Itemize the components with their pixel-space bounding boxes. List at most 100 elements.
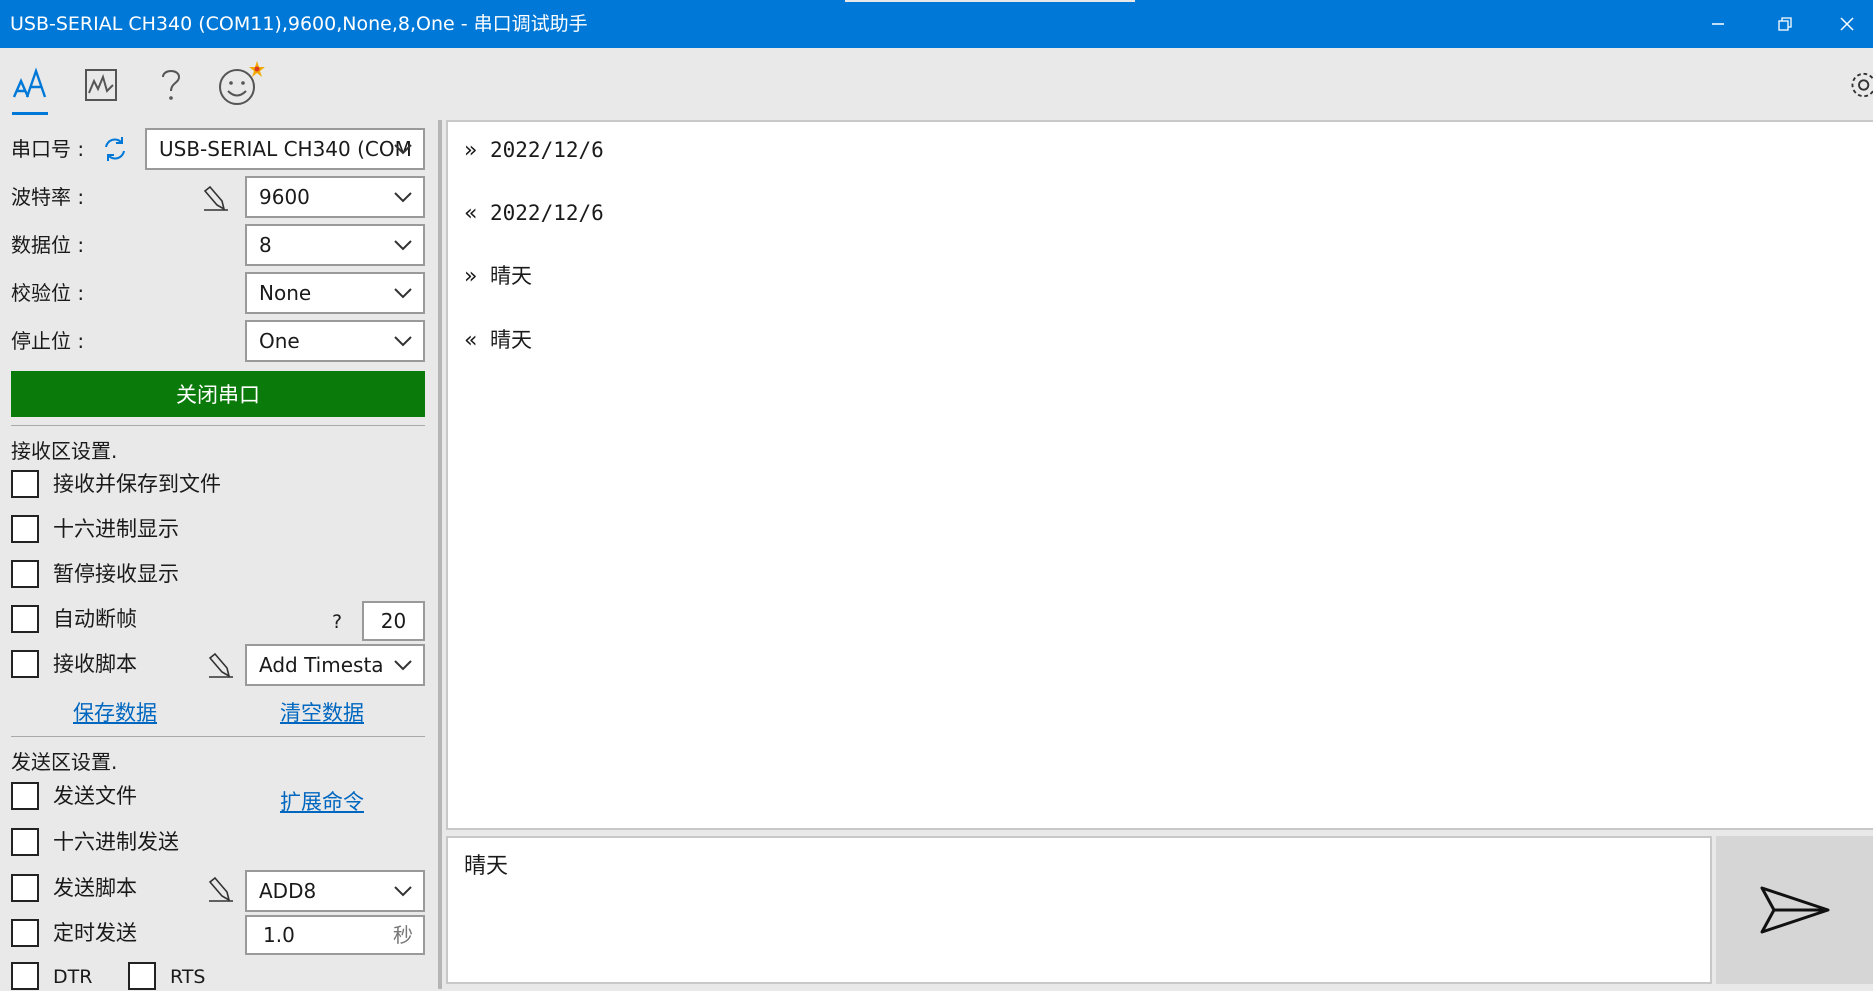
port-label: 串口号 : [11, 137, 85, 161]
minimize-icon [1712, 23, 1724, 25]
send-input[interactable]: 晴天 [446, 836, 1712, 984]
chevron-down-icon [394, 288, 412, 299]
stopbits-select[interactable]: One [245, 320, 425, 362]
parity-label: 校验位 : [11, 281, 85, 305]
baud-edit-button[interactable] [202, 183, 230, 213]
gear-icon [1851, 72, 1873, 98]
parity-select-value: None [259, 281, 312, 305]
chevron-down-icon [394, 240, 412, 251]
receive-script-edit-button[interactable] [207, 650, 235, 680]
receive-script-checkbox[interactable] [11, 650, 39, 678]
baud-select[interactable]: 9600 [245, 176, 425, 218]
restore-button[interactable] [1753, 0, 1817, 48]
received-direction-marker: « [464, 328, 478, 353]
chevron-down-icon [394, 144, 412, 155]
toolbar [0, 48, 1873, 120]
window-title: USB-SERIAL CH340 (COM11),9600,None,8,One… [10, 13, 588, 35]
hex-display-label: 十六进制显示 [53, 517, 179, 541]
dtr-label: DTR [53, 966, 93, 988]
databits-select-value: 8 [259, 233, 272, 257]
log-entry: « 晴天 [464, 326, 532, 355]
log-text: 2022/12/6 [490, 138, 604, 162]
pause-display-checkbox[interactable] [11, 560, 39, 588]
rts-label: RTS [170, 966, 206, 988]
chevron-down-icon [394, 660, 412, 671]
receive-script-select[interactable]: Add Timesta [245, 644, 425, 686]
log-text: 晴天 [490, 328, 532, 352]
chart-icon [85, 69, 117, 101]
timed-send-checkbox[interactable] [11, 919, 39, 947]
stopbits-select-value: One [259, 329, 300, 353]
interval-unit: 秒 [393, 923, 413, 947]
save-to-file-label: 接收并保存到文件 [53, 472, 221, 496]
interval-value: 1.0 [263, 923, 295, 947]
parity-select[interactable]: None [245, 272, 425, 314]
title-bar-notch [845, 0, 1135, 2]
receive-script-value: Add Timesta [259, 653, 384, 677]
send-button[interactable] [1716, 836, 1873, 984]
log-entry: « 2022/12/6 [464, 199, 604, 228]
save-data-link[interactable]: 保存数据 [73, 697, 157, 727]
log-text: 晴天 [490, 264, 532, 288]
received-direction-marker: « [464, 201, 478, 226]
hex-send-checkbox[interactable] [11, 828, 39, 856]
stopbits-label: 停止位 : [11, 329, 85, 353]
timed-send-label: 定时发送 [53, 921, 137, 945]
log-entry: » 晴天 [464, 262, 532, 291]
title-bar: USB-SERIAL CH340 (COM11),9600,None,8,One… [0, 0, 1873, 48]
send-script-checkbox[interactable] [11, 874, 39, 902]
auto-frame-help[interactable]: ? [332, 610, 342, 634]
pause-display-label: 暂停接收显示 [53, 562, 179, 586]
auto-frame-label: 自动断帧 [53, 607, 137, 631]
settings-button[interactable] [1845, 58, 1873, 112]
databits-select[interactable]: 8 [245, 224, 425, 266]
panel-splitter[interactable] [438, 120, 442, 989]
refresh-icon [105, 137, 125, 161]
help-icon [162, 70, 181, 100]
chart-button[interactable] [70, 58, 132, 112]
font-settings-button[interactable] [0, 58, 62, 112]
auto-frame-input[interactable]: 20 [362, 601, 425, 641]
send-script-edit-button[interactable] [207, 874, 235, 904]
port-select[interactable]: USB-SERIAL CH340 (COM [145, 128, 425, 170]
font-aa-icon [12, 67, 47, 98]
refresh-ports-button[interactable] [100, 133, 130, 165]
databits-label: 数据位 : [11, 233, 85, 257]
close-icon [1839, 17, 1854, 31]
baud-select-value: 9600 [259, 185, 310, 209]
save-to-file-checkbox[interactable] [11, 470, 39, 498]
baud-label: 波特率 : [11, 185, 85, 209]
send-script-label: 发送脚本 [53, 876, 137, 900]
clear-data-link[interactable]: 清空数据 [280, 697, 364, 727]
send-icon [1760, 886, 1829, 934]
hex-send-label: 十六进制发送 [53, 830, 179, 854]
send-script-select[interactable]: ADD8 [245, 870, 425, 912]
interval-input[interactable]: 1.0 秒 [245, 915, 425, 955]
about-button[interactable] [210, 58, 272, 112]
receive-script-label: 接收脚本 [53, 652, 137, 676]
smiley-icon [219, 61, 265, 105]
receive-area[interactable]: » 2022/12/6 « 2022/12/6 » 晴天 « 晴天 [446, 120, 1873, 830]
pen-icon [208, 652, 233, 678]
chevron-down-icon [394, 336, 412, 347]
dtr-checkbox[interactable] [11, 962, 39, 990]
close-window-button[interactable] [1820, 0, 1873, 48]
send-file-checkbox[interactable] [11, 782, 39, 810]
rts-checkbox[interactable] [128, 962, 156, 990]
auto-frame-checkbox[interactable] [11, 605, 39, 633]
sent-direction-marker: » [464, 264, 478, 289]
log-text: 2022/12/6 [490, 201, 604, 225]
receive-section-title: 接收区设置. [11, 439, 118, 463]
hex-display-checkbox[interactable] [11, 515, 39, 543]
divider [11, 425, 425, 426]
help-button[interactable] [140, 58, 202, 112]
close-port-button[interactable]: 关闭串口 [11, 371, 425, 417]
chevron-down-icon [394, 886, 412, 897]
send-script-value: ADD8 [259, 879, 317, 903]
log-entry: » 2022/12/6 [464, 136, 604, 165]
sent-direction-marker: » [464, 138, 478, 163]
minimize-button[interactable] [1686, 0, 1750, 48]
ext-command-link[interactable]: 扩展命令 [280, 786, 364, 816]
send-file-label: 发送文件 [53, 784, 137, 808]
active-tab-indicator [12, 112, 48, 115]
